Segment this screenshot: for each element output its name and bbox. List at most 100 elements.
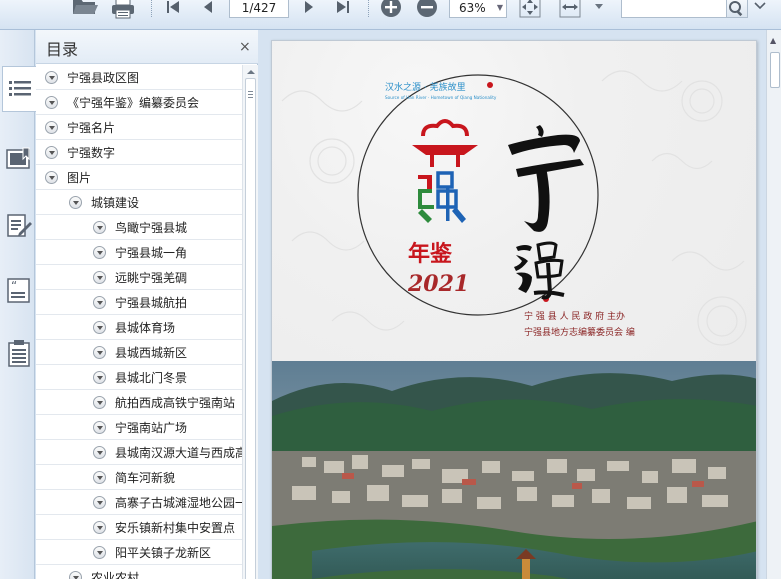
toc-item[interactable]: 安乐镇新村集中安置点 <box>36 515 242 540</box>
bookmark-icon <box>5 147 30 169</box>
clipboard-icon <box>7 340 30 367</box>
toc-item[interactable]: 简车河新貌 <box>36 465 242 490</box>
chevron-down-icon[interactable] <box>69 571 82 579</box>
cover-photo <box>272 361 756 579</box>
tab-outline[interactable] <box>2 66 36 112</box>
toc-scroll-thumb[interactable] <box>245 78 256 579</box>
zoom-in-icon[interactable] <box>378 0 404 18</box>
chevron-down-icon[interactable] <box>93 396 106 409</box>
toc-item-label: 鸟瞰宁强县城 <box>115 221 188 235</box>
chevron-down-icon[interactable] <box>93 271 106 284</box>
toc-item-label: 县城北门冬景 <box>115 371 188 385</box>
tab-annotations[interactable] <box>3 203 34 249</box>
last-page-icon[interactable] <box>330 0 356 18</box>
chevron-down-icon[interactable] <box>93 221 106 234</box>
chevron-down-icon[interactable] <box>93 471 106 484</box>
page-cover: 汉水之源 · 羌族故里 Source of Han River · Hometo… <box>271 40 757 579</box>
publisher-line: 宁 强 县 人 民 政 府 主办 <box>524 310 625 322</box>
toc-item[interactable]: 宁强名片 <box>36 115 242 140</box>
toc-item[interactable]: 宁强南站广场 <box>36 415 242 440</box>
zoom-select[interactable]: 63% ▼ <box>449 0 507 18</box>
prev-page-icon[interactable] <box>196 0 220 18</box>
chevron-down-icon[interactable] <box>93 246 106 259</box>
toc-list: 宁强县政区图 《宁强年鉴》编纂委员会 宁强名片宁强数字图片城镇建设鸟瞰宁强县城宁强县… <box>36 65 242 579</box>
toc-item[interactable]: 县城北门冬景 <box>36 365 242 390</box>
chevron-down-icon[interactable] <box>93 371 106 384</box>
tab-pages[interactable] <box>3 330 34 376</box>
chevron-down-icon[interactable] <box>93 421 106 434</box>
toc-panel: 目录 × 宁强县政区图 《宁强年鉴》编纂委员会 宁强名片 宁强数字 图片 城镇建设 鸟瞰宁强… <box>36 30 258 579</box>
chevron-down-icon[interactable] <box>45 146 58 159</box>
zoom-value: 63% <box>459 1 486 15</box>
search-icon <box>729 1 743 17</box>
toc-item[interactable]: 图片 <box>36 165 242 190</box>
scroll-up-icon[interactable]: ▲ <box>770 36 776 45</box>
toc-item[interactable]: 远眺宁强羌碉 <box>36 265 242 290</box>
toc-item-label: 县城体育场 <box>115 321 176 335</box>
chevron-down-icon[interactable] <box>93 296 106 309</box>
toc-item-label: 县城西城新区 <box>115 346 188 360</box>
svg-text:“: “ <box>11 279 17 293</box>
toc-item[interactable]: 县城西城新区 <box>36 340 242 365</box>
zoom-out-icon[interactable] <box>414 0 440 18</box>
chevron-down-icon[interactable] <box>93 521 106 534</box>
search-input[interactable] <box>621 0 727 18</box>
toc-item[interactable]: 阳平关镇子龙新区 <box>36 540 242 565</box>
toolbar: 1/427 63% ▼ <box>0 0 781 30</box>
dropdown-icon[interactable] <box>592 0 606 15</box>
chevron-down-icon[interactable] <box>93 321 106 334</box>
toc-item-label: 安乐镇新村集中安置点 <box>115 521 236 535</box>
tab-comments[interactable]: “ <box>3 268 34 314</box>
next-page-icon[interactable] <box>297 0 321 18</box>
first-page-icon[interactable] <box>160 0 186 18</box>
open-folder-icon[interactable] <box>70 0 100 18</box>
search-button[interactable] <box>726 0 748 18</box>
close-icon[interactable]: × <box>239 39 251 55</box>
toc-item[interactable]: 农业农村 <box>36 565 242 579</box>
toc-item[interactable]: 鸟瞰宁强县城 <box>36 215 242 240</box>
page-number-input[interactable]: 1/427 <box>229 0 289 18</box>
chevron-down-icon[interactable] <box>69 196 82 209</box>
scroll-up-icon[interactable] <box>244 67 258 77</box>
side-tab-strip: “ <box>0 30 36 579</box>
toc-item[interactable]: 宁强县城航拍 <box>36 290 242 315</box>
chevron-down-icon[interactable] <box>93 446 106 459</box>
toc-scrollbar[interactable] <box>242 65 258 579</box>
chevron-down-icon[interactable] <box>93 346 106 359</box>
toc-item-label: 宁强数字 <box>67 146 116 160</box>
toc-item[interactable]: 高寨子古城滩湿地公园一 <box>36 490 242 515</box>
toc-item-label: 农业农村 <box>91 571 140 579</box>
toc-item[interactable]: 宁强县城一角 <box>36 240 242 265</box>
fit-page-icon[interactable] <box>517 0 543 19</box>
editor-line: 宁强县地方志编纂委员会 编 <box>524 326 635 338</box>
toc-item-label: 城镇建设 <box>91 196 140 210</box>
toc-item[interactable]: 县城体育场 <box>36 315 242 340</box>
toc-item-label: 航拍西成高铁宁强南站 <box>115 396 236 410</box>
grip-icon <box>248 91 253 98</box>
document-scrollbar[interactable]: ▲ <box>766 30 781 579</box>
document-view[interactable]: 汉水之源 · 羌族故里 Source of Han River · Hometo… <box>259 30 766 579</box>
toc-item[interactable]: 宁强县政区图 <box>36 65 242 90</box>
chevron-down-icon[interactable]: ▼ <box>495 0 505 16</box>
toc-item[interactable]: 城镇建设 <box>36 190 242 215</box>
print-icon[interactable] <box>108 0 138 20</box>
more-icon[interactable] <box>752 0 768 15</box>
toolbar-separator <box>368 0 369 17</box>
chevron-down-icon[interactable] <box>93 496 106 509</box>
document-scroll-thumb[interactable] <box>770 52 780 88</box>
toc-item-label: 远眺宁强羌碉 <box>115 271 188 285</box>
chevron-down-icon[interactable] <box>45 171 58 184</box>
toc-item[interactable]: 县城南汉源大道与西成高 <box>36 440 242 465</box>
tab-bookmarks[interactable] <box>3 136 34 182</box>
chevron-down-icon[interactable] <box>45 96 58 109</box>
chevron-down-icon[interactable] <box>45 121 58 134</box>
toolbar-separator <box>151 0 152 17</box>
toc-item-label: 高寨子古城滩湿地公园一 <box>115 496 242 510</box>
chevron-down-icon[interactable] <box>45 71 58 84</box>
toc-item[interactable]: 《宁强年鉴》编纂委员会 <box>36 90 242 115</box>
toc-item[interactable]: 宁强数字 <box>36 140 242 165</box>
fit-width-icon[interactable] <box>557 0 583 19</box>
quote-icon: “ <box>6 278 30 303</box>
chevron-down-icon[interactable] <box>93 546 106 559</box>
toc-item[interactable]: 航拍西成高铁宁强南站 <box>36 390 242 415</box>
